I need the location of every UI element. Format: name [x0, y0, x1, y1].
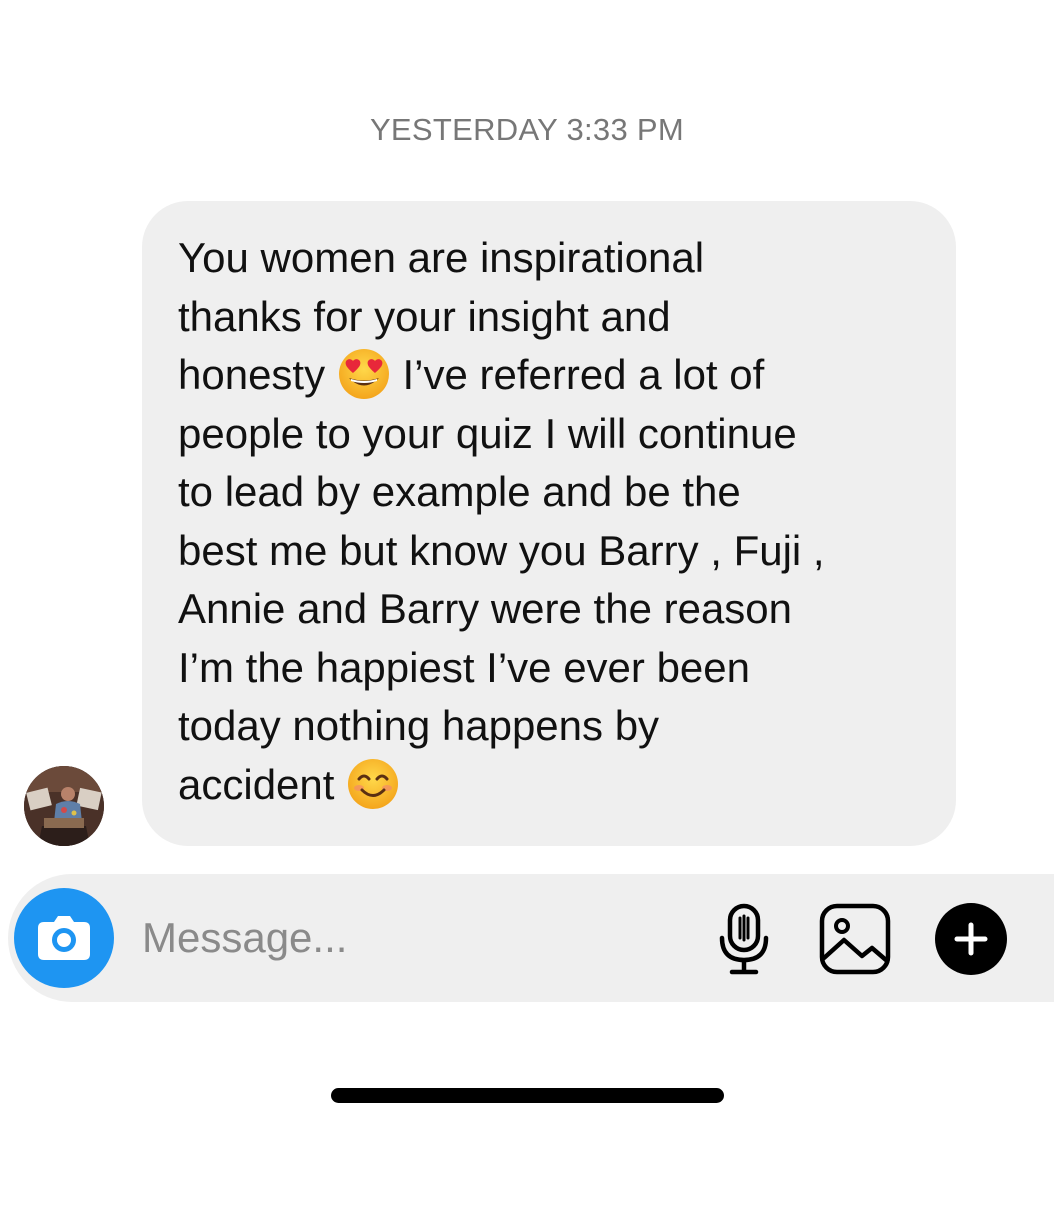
message-line: I’m the happiest I’ve ever been	[178, 643, 751, 691]
message-text: honesty	[178, 351, 326, 398]
message-line: today nothing happens by	[178, 702, 660, 749]
message-input[interactable]	[142, 908, 662, 968]
message-text: accident	[178, 760, 335, 808]
microphone-icon	[719, 903, 769, 975]
camera-button[interactable]	[14, 888, 114, 988]
message-line: honesty I’ve referred a lot of	[178, 346, 926, 405]
more-options-button[interactable]	[935, 903, 1007, 975]
message-text: I’ve referred a lot of	[390, 351, 765, 398]
photo-gallery-icon	[819, 903, 891, 975]
message-line: people to your quiz I will continue	[178, 409, 797, 457]
message-line: accident	[178, 756, 926, 815]
message-line: You women are inspirational	[178, 234, 705, 281]
message-bubble[interactable]: You women are inspirational thanks for y…	[142, 201, 956, 846]
message-timestamp: YESTERDAY 3:33 PM	[369, 112, 685, 147]
message-line: best me but know you Barry , Fuji ,	[178, 526, 825, 574]
message-line: to lead by example and be the	[178, 468, 741, 515]
camera-icon	[38, 916, 90, 960]
message-line: Annie and Barry were the reason	[178, 585, 793, 632]
sender-avatar[interactable]	[24, 766, 104, 846]
home-indicator	[331, 1088, 724, 1103]
avatar-photo	[24, 766, 104, 846]
heart-eyes-emoji	[338, 349, 389, 399]
voice-message-button[interactable]	[712, 902, 776, 976]
plus-icon	[935, 903, 1007, 975]
message-line: thanks for your insight and	[178, 292, 671, 340]
smiling-face-emoji	[348, 758, 399, 809]
photo-gallery-button[interactable]	[818, 902, 892, 976]
